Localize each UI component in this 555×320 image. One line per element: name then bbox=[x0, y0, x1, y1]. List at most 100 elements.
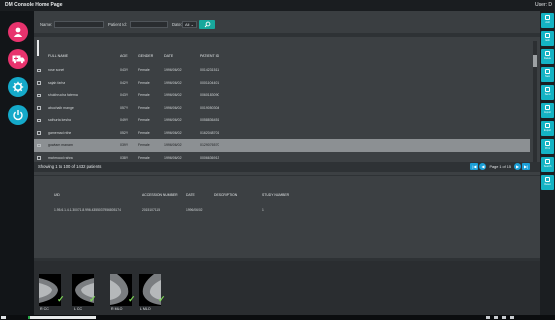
cell-patient-id: 0019050304 bbox=[200, 105, 220, 110]
print-action-button[interactable]: Print bbox=[541, 139, 554, 154]
add-icon bbox=[545, 15, 550, 20]
action-label: Delete bbox=[544, 57, 551, 60]
delete-icon bbox=[545, 51, 550, 56]
new-action-button[interactable]: New bbox=[541, 67, 554, 82]
name-input[interactable] bbox=[54, 21, 104, 28]
cell-gender: Female bbox=[138, 68, 150, 72]
check-icon: ✓ bbox=[128, 294, 136, 304]
col-patient-id[interactable]: PATIENT ID bbox=[200, 51, 219, 61]
cell-age: 039Y bbox=[120, 143, 129, 147]
series-study-number[interactable]: 1 bbox=[262, 208, 264, 212]
date-select[interactable]: All ⌄ bbox=[182, 21, 197, 28]
cell-age: 042Y bbox=[120, 80, 129, 85]
table-footer: Showing 1 to 100 of 1432 patients |◀ ◀ P… bbox=[34, 162, 540, 172]
cell-date: 1996/06/02 bbox=[164, 130, 182, 135]
series-col-uid: UID bbox=[54, 193, 60, 197]
cell-gender: Female bbox=[138, 143, 150, 147]
table-row[interactable]: shukhrucha fatema 043Y Female 1996/06/02 006… bbox=[34, 89, 530, 102]
cell-full-name: gamemad nthe bbox=[48, 130, 72, 135]
cell-full-name: rose sonet bbox=[48, 68, 65, 72]
cell-date: 1996/06/02 bbox=[164, 143, 182, 147]
col-age[interactable]: AGE bbox=[120, 51, 128, 61]
tray-icon[interactable] bbox=[502, 316, 506, 319]
start-icon[interactable] bbox=[1, 316, 6, 319]
table-row[interactable]: abuchaib mange 057Y Female 1996/06/02 001905… bbox=[34, 102, 530, 115]
delete-action-button[interactable]: Delete bbox=[541, 49, 554, 64]
action-label: Send bbox=[544, 93, 551, 96]
power-button[interactable] bbox=[8, 105, 28, 125]
last-page-icon: ▶| bbox=[523, 164, 529, 169]
row-checkbox[interactable] bbox=[37, 131, 41, 135]
cell-age: 057Y bbox=[120, 105, 129, 110]
check-icon: ✓ bbox=[57, 294, 65, 304]
row-checkbox[interactable] bbox=[37, 156, 41, 160]
row-checkbox[interactable] bbox=[37, 93, 41, 97]
tray-icon[interactable] bbox=[510, 316, 514, 319]
table-row[interactable]: sajah farha 042Y Female 1996/06/02 000110440… bbox=[34, 77, 530, 90]
send-icon bbox=[545, 87, 550, 92]
action-label: Add bbox=[545, 21, 550, 24]
series-accession[interactable]: 2015107115 bbox=[142, 208, 160, 212]
table-row[interactable]: gamemad nthe 052Y Female 1996/06/02 01620487… bbox=[34, 127, 530, 140]
reset-icon bbox=[545, 177, 550, 182]
action-label: Reset bbox=[544, 183, 551, 186]
cell-date: 1996/06/02 bbox=[164, 93, 182, 97]
cell-age: 043Y bbox=[120, 68, 129, 72]
cell-full-name: sajah farha bbox=[48, 80, 66, 85]
patient-id-input[interactable] bbox=[130, 21, 168, 28]
main-panel: Name: Patient Id: Date: All ⌄ FULL NAME … bbox=[34, 11, 540, 315]
col-gender[interactable]: GENDER bbox=[138, 51, 153, 61]
cell-age: 052Y bbox=[120, 130, 129, 135]
col-date[interactable]: DATE bbox=[164, 51, 173, 61]
row-checkbox[interactable] bbox=[37, 143, 41, 147]
thumbnail-panel: ✓ ✓ ✓ ✓ R CC L CC R MLO L MLO bbox=[34, 261, 540, 315]
window-title: DM Console Home Page bbox=[5, 2, 63, 8]
row-checkbox[interactable] bbox=[37, 118, 41, 122]
thumbnail-label: L CC bbox=[74, 307, 83, 311]
taskbar-search[interactable] bbox=[30, 316, 96, 319]
cell-gender: Female bbox=[138, 93, 150, 97]
cell-patient-id: 0001104401 bbox=[200, 80, 220, 85]
patients-button[interactable] bbox=[8, 22, 28, 42]
action-label: Search bbox=[543, 165, 552, 168]
settings-button[interactable] bbox=[8, 77, 28, 97]
series-date[interactable]: 1996/06/02 bbox=[186, 208, 203, 212]
table-row[interactable]: rose sonet 043Y Female 1996/06/02 0014231511 bbox=[34, 64, 530, 77]
print-icon bbox=[545, 141, 550, 146]
send-action-button[interactable]: Send bbox=[541, 85, 554, 100]
showing-count: Showing 1 to 100 of 1432 patients bbox=[38, 164, 102, 169]
last-page-button[interactable]: ▶| bbox=[522, 163, 530, 170]
cell-age: 049Y bbox=[120, 118, 129, 122]
export-action-button[interactable]: Export bbox=[541, 121, 554, 136]
tray-icon[interactable] bbox=[486, 316, 490, 319]
chevron-down-icon: ⌄ bbox=[190, 22, 194, 27]
table-row[interactable]: sathurta kesha 049Y Female 1996/06/02 005883… bbox=[34, 114, 530, 127]
table-scrollbar[interactable] bbox=[533, 41, 537, 171]
edit-icon bbox=[545, 33, 550, 38]
series-panel: UID ACCESSION NUMBER DATE DESCRIPTION ST… bbox=[34, 176, 540, 258]
series-uid[interactable]: 1.95.6.1.4.1.30071.8.996.435503795680517… bbox=[54, 208, 121, 212]
row-checkbox[interactable] bbox=[37, 81, 41, 85]
tray-icon[interactable] bbox=[494, 316, 498, 319]
table-scrollbar-thumb[interactable] bbox=[533, 55, 537, 67]
row-checkbox[interactable] bbox=[37, 68, 41, 72]
search-icon bbox=[545, 159, 550, 164]
edit-action-button[interactable]: Edit bbox=[541, 31, 554, 46]
add-action-button[interactable]: Add bbox=[541, 13, 554, 28]
next-page-button[interactable]: ▶ bbox=[514, 163, 521, 170]
col-full-name[interactable]: FULL NAME bbox=[48, 51, 68, 61]
ambulance-button[interactable] bbox=[8, 49, 28, 69]
table-row[interactable]: gowtam manam 039Y Female 1996/06/02 01290765… bbox=[34, 139, 530, 152]
search-action-button[interactable]: Search bbox=[541, 157, 554, 172]
first-page-button[interactable]: |◀ bbox=[470, 163, 479, 170]
row-checkbox[interactable] bbox=[37, 106, 41, 110]
series-col-date: DATE bbox=[186, 193, 195, 197]
first-page-icon: |◀ bbox=[472, 164, 477, 169]
check-icon: ✓ bbox=[158, 294, 166, 304]
search-button[interactable] bbox=[199, 20, 215, 29]
import-action-button[interactable]: Import bbox=[541, 103, 554, 118]
reset-action-button[interactable]: Reset bbox=[541, 175, 554, 190]
prev-page-button[interactable]: ◀ bbox=[479, 163, 487, 170]
cell-date: 1996/06/02 bbox=[164, 105, 182, 110]
action-label: New bbox=[545, 75, 550, 78]
